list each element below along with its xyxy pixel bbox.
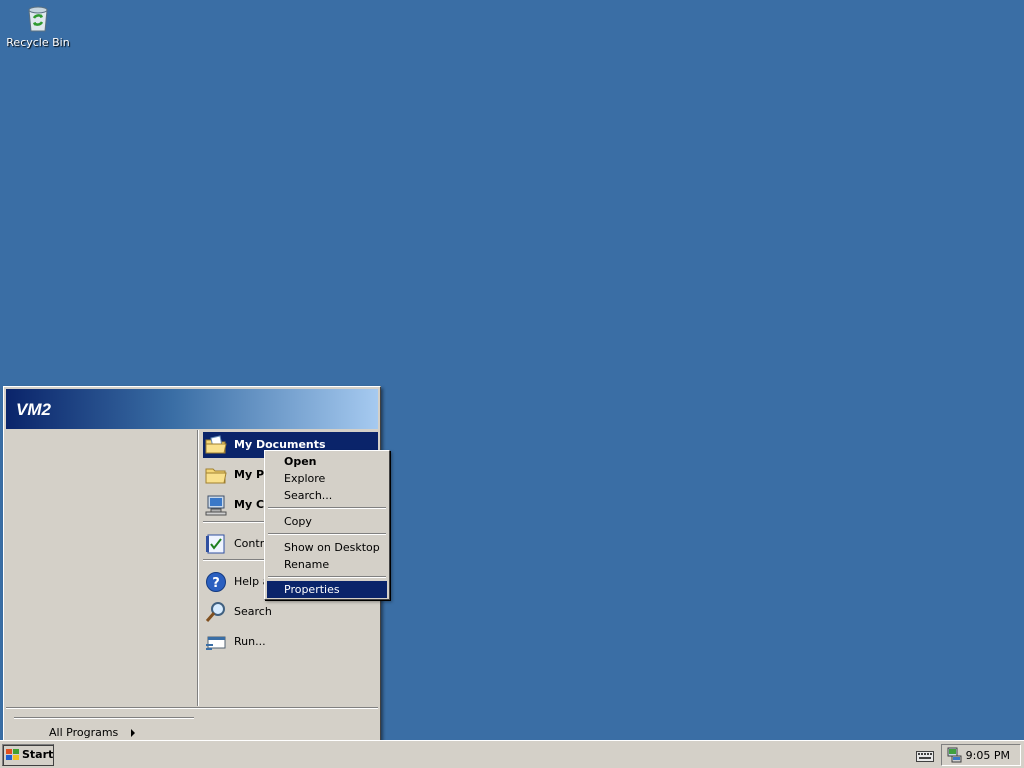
start-menu-header: VM2: [6, 389, 378, 429]
start-item-label: My Pi: [234, 468, 268, 481]
system-tray: 9:05 PM: [941, 744, 1021, 766]
desktop-icon-label: Recycle Bin: [6, 36, 70, 49]
start-item-label: Run...: [234, 635, 266, 648]
recycle-bin-icon: [22, 2, 54, 34]
separator: [14, 717, 194, 719]
start-item-label: Search: [234, 605, 272, 618]
context-item-label: Rename: [284, 558, 330, 571]
start-button[interactable]: Start: [2, 744, 54, 766]
separator: [268, 533, 386, 535]
desktop-icon-recycle-bin[interactable]: Recycle Bin: [4, 2, 72, 49]
help-icon: ?: [205, 571, 227, 593]
context-item-explore[interactable]: Explore: [267, 470, 387, 487]
control-panel-icon: [205, 533, 227, 555]
context-item-copy[interactable]: Copy: [267, 513, 387, 530]
context-item-rename[interactable]: Rename: [267, 556, 387, 573]
taskbar: Start 9:05 PM: [0, 740, 1024, 768]
context-item-label: Copy: [284, 515, 312, 528]
svg-text:?: ?: [212, 576, 220, 591]
context-menu: Open Explore Search... Copy Show on Desk…: [264, 450, 390, 600]
context-item-show-on-desktop[interactable]: Show on Desktop: [267, 539, 387, 556]
network-icon[interactable]: [946, 747, 962, 763]
keyboard-icon[interactable]: [916, 748, 934, 762]
start-item-search[interactable]: Search: [203, 599, 378, 625]
context-item-label: Search...: [284, 489, 333, 502]
start-label: Start: [22, 748, 54, 761]
start-menu-left-pane: All Programs: [6, 430, 197, 739]
separator: [6, 707, 378, 709]
clock[interactable]: 9:05 PM: [966, 749, 1010, 762]
context-item-label: Show on Desktop: [284, 541, 380, 554]
context-item-label: Open: [284, 455, 317, 468]
search-icon: [205, 601, 227, 623]
my-documents-icon: [205, 434, 227, 456]
separator: [268, 507, 386, 509]
my-computer-icon: [205, 494, 227, 516]
context-item-label: Explore: [284, 472, 326, 485]
windows-logo-icon: [6, 749, 20, 761]
separator: [268, 576, 386, 578]
run-icon: [205, 631, 227, 653]
context-item-search[interactable]: Search...: [267, 487, 387, 504]
my-pictures-icon: [205, 464, 227, 486]
user-name: VM2: [16, 400, 51, 419]
start-item-run[interactable]: Run...: [203, 629, 378, 655]
context-item-label: Properties: [284, 583, 340, 596]
arrow-right-icon: [131, 729, 135, 737]
context-item-properties[interactable]: Properties: [267, 581, 387, 598]
context-item-open[interactable]: Open: [267, 453, 387, 470]
